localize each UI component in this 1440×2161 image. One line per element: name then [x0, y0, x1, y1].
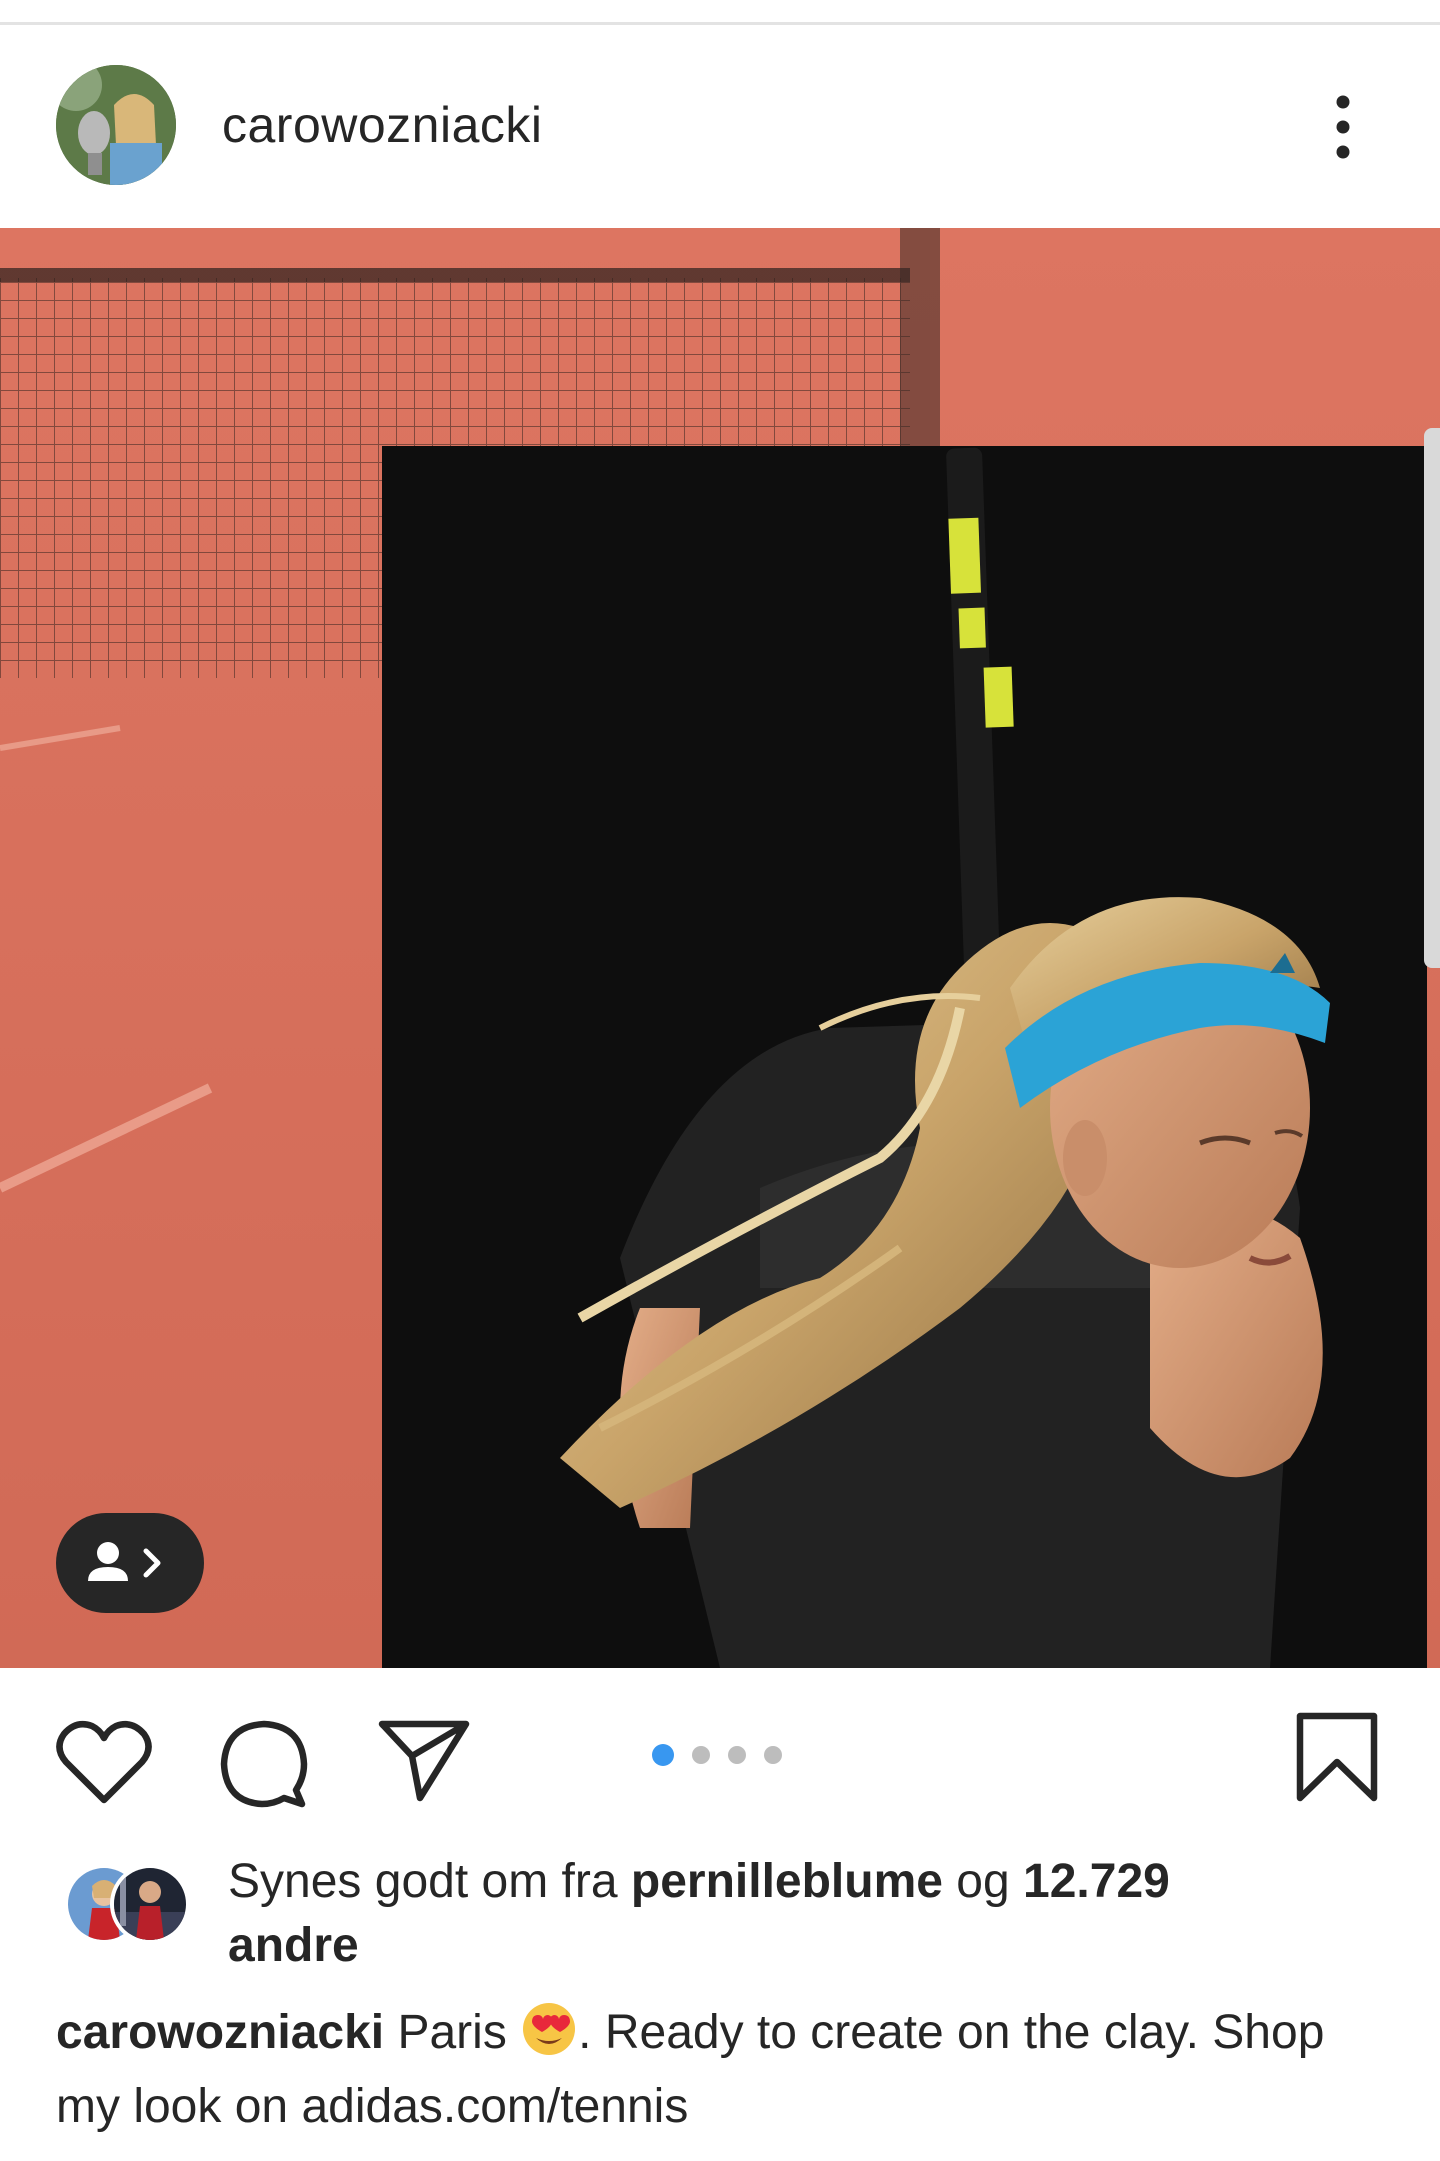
post-photo[interactable] [0, 228, 1440, 1668]
instagram-post-screen: carowozniacki Synes godt om fra pernille… [0, 0, 1440, 2161]
likes-connector: og [942, 1855, 1024, 1908]
caption-text-before: Paris [384, 2006, 521, 2059]
tag-pill[interactable] [56, 1513, 204, 1613]
tennis-player-image [0, 228, 1440, 1668]
likes-suffix[interactable]: andre [228, 1919, 359, 1972]
liker-avatar-2 [110, 1864, 190, 1944]
heart-icon[interactable] [54, 1716, 154, 1808]
person-tag-icon [88, 1542, 161, 1581]
carousel-dot-1 [652, 1744, 674, 1766]
post-username[interactable]: carowozniacki [222, 96, 543, 154]
profile-avatar[interactable] [56, 65, 176, 185]
more-vertical-icon[interactable] [1318, 92, 1368, 162]
send-icon[interactable] [376, 1718, 472, 1804]
comment-icon[interactable] [218, 1718, 312, 1812]
post-header: carowozniacki [0, 60, 1440, 190]
carousel-dot-3 [728, 1746, 746, 1764]
likes-text: Synes godt om fra pernilleblume og 12.72… [228, 1850, 1378, 1978]
top-divider [0, 22, 1440, 25]
likes-count[interactable]: 12.729 [1023, 1855, 1170, 1908]
likes-prefix: Synes godt om fra [228, 1855, 631, 1908]
bookmark-icon[interactable] [1294, 1710, 1380, 1806]
action-bar [0, 1700, 1440, 1830]
carousel-dot-2 [692, 1746, 710, 1764]
liker-avatars[interactable] [64, 1864, 194, 1944]
liker-username[interactable]: pernilleblume [631, 1855, 943, 1908]
post-caption: carowozniacki Paris . Ready to create on… [56, 1996, 1386, 2144]
scroll-handle[interactable] [1424, 428, 1440, 968]
heart-eyes-emoji [520, 2000, 578, 2058]
caption-username[interactable]: carowozniacki [56, 2006, 384, 2059]
carousel-dot-4 [764, 1746, 782, 1764]
